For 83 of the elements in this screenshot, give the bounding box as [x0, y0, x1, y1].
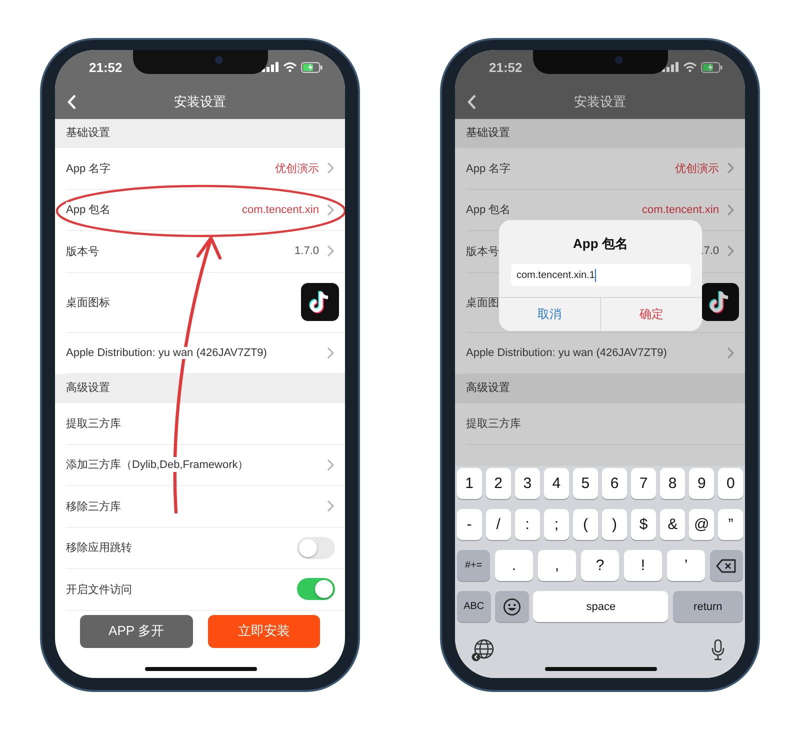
section-header: 高级设置: [455, 374, 745, 403]
keyboard-key[interactable]: 8: [660, 468, 685, 499]
confirm-button[interactable]: 确定: [601, 298, 702, 331]
row-label[interactable]: 提取三方库: [466, 416, 521, 431]
keyboard-key[interactable]: ,: [538, 550, 576, 581]
wifi-icon: [283, 62, 297, 72]
keyboard-key[interactable]: 1: [457, 468, 482, 499]
multi-open-button[interactable]: APP 多开: [80, 614, 192, 648]
keyboard-key[interactable]: 3: [515, 468, 540, 499]
keyboard-key[interactable]: /: [486, 509, 511, 540]
row-value: 优创演示: [275, 162, 319, 176]
delete-key[interactable]: [710, 550, 743, 581]
keyboard-key[interactable]: @: [689, 509, 714, 540]
nav-title: 安装设置: [574, 92, 626, 110]
keyboard-key[interactable]: !: [624, 550, 662, 581]
row-label[interactable]: 版本号: [466, 244, 499, 259]
row-label[interactable]: 开启文件访问: [66, 582, 132, 597]
camera-dot: [615, 56, 623, 64]
keyboard-key[interactable]: 7: [631, 468, 656, 499]
dialog-title: App 包名: [573, 235, 628, 253]
globe-icon[interactable]: [471, 638, 495, 662]
keyboard-key[interactable]: 9: [689, 468, 714, 499]
row-label[interactable]: App 包名: [66, 202, 111, 218]
text-field[interactable]: com.tencent.xin.1: [510, 264, 690, 286]
app-icon: [701, 283, 739, 321]
status-time: 21:52: [489, 60, 522, 74]
row-label[interactable]: 桌面图: [466, 294, 499, 310]
space-key[interactable]: space: [533, 591, 668, 622]
toggle-switch[interactable]: [297, 536, 335, 559]
row-label[interactable]: App 名字: [66, 160, 111, 176]
emoji-key[interactable]: [495, 591, 529, 622]
keyboard-key[interactable]: $: [631, 509, 656, 540]
section-header: 高级设置: [55, 374, 345, 403]
keyboard-key[interactable]: .: [494, 550, 534, 581]
smiley-icon: [503, 598, 522, 616]
keyboard-key[interactable]: 0: [718, 468, 743, 499]
row-label[interactable]: 桌面图标: [66, 294, 110, 310]
row-label[interactable]: Apple Distribution: yu wan (426JAV7ZT9): [466, 346, 667, 359]
back-icon[interactable]: [67, 94, 77, 110]
battery-icon: [301, 62, 323, 72]
row-value: .7.0: [700, 245, 719, 258]
section-header: 基础设置: [455, 119, 745, 148]
keyboard-key[interactable]: :: [515, 509, 540, 540]
return-key[interactable]: return: [672, 591, 743, 622]
section-header: 基础设置: [55, 119, 345, 148]
battery-icon: [701, 62, 723, 72]
keyboard-key[interactable]: 5: [573, 468, 598, 499]
back-icon[interactable]: [467, 94, 477, 110]
row-label[interactable]: App 包名: [466, 202, 511, 218]
signal-icon: [662, 62, 679, 72]
row-label[interactable]: App 名字: [466, 160, 511, 176]
row-label[interactable]: Apple Distribution: yu wan (426JAV7ZT9): [66, 346, 267, 359]
row-value: 优创演示: [675, 162, 719, 176]
keyboard-key[interactable]: ?: [580, 550, 620, 581]
keyboard-key[interactable]: ”: [718, 509, 743, 540]
cancel-button[interactable]: 取消: [499, 298, 601, 331]
microphone-icon[interactable]: [711, 639, 725, 661]
row-label[interactable]: 提取三方库: [66, 416, 121, 431]
row-value: com.tencent.xin: [642, 204, 719, 216]
keyboard-key[interactable]: 6: [602, 468, 627, 499]
row-label[interactable]: 版本号: [66, 244, 99, 259]
wifi-icon: [683, 62, 697, 72]
row-label[interactable]: 移除三方库: [66, 498, 121, 514]
keyboard-key[interactable]: -: [457, 509, 482, 540]
row-value: 1.7.0: [294, 245, 319, 258]
camera-dot: [215, 56, 223, 64]
keyboard-key[interactable]: ;: [544, 509, 569, 540]
keyboard-key[interactable]: 2: [486, 468, 511, 499]
signal-icon: [262, 62, 279, 72]
app-icon: [301, 283, 339, 321]
row-value: com.tencent.xin: [242, 204, 319, 216]
status-time: 21:52: [89, 60, 122, 74]
keyboard-key[interactable]: #+=: [457, 550, 490, 581]
nav-title: 安装设置: [174, 92, 226, 110]
keyboard-key[interactable]: ): [602, 509, 627, 540]
keyboard-key[interactable]: ABC: [457, 591, 491, 622]
keyboard-key[interactable]: ’: [666, 550, 706, 581]
toggle-switch[interactable]: [297, 578, 335, 600]
keyboard-key[interactable]: 4: [544, 468, 569, 499]
row-label[interactable]: 移除应用跳转: [66, 540, 132, 556]
keyboard-key[interactable]: (: [573, 509, 598, 540]
delete-icon: [716, 558, 736, 572]
keyboard-key[interactable]: &: [660, 509, 685, 540]
